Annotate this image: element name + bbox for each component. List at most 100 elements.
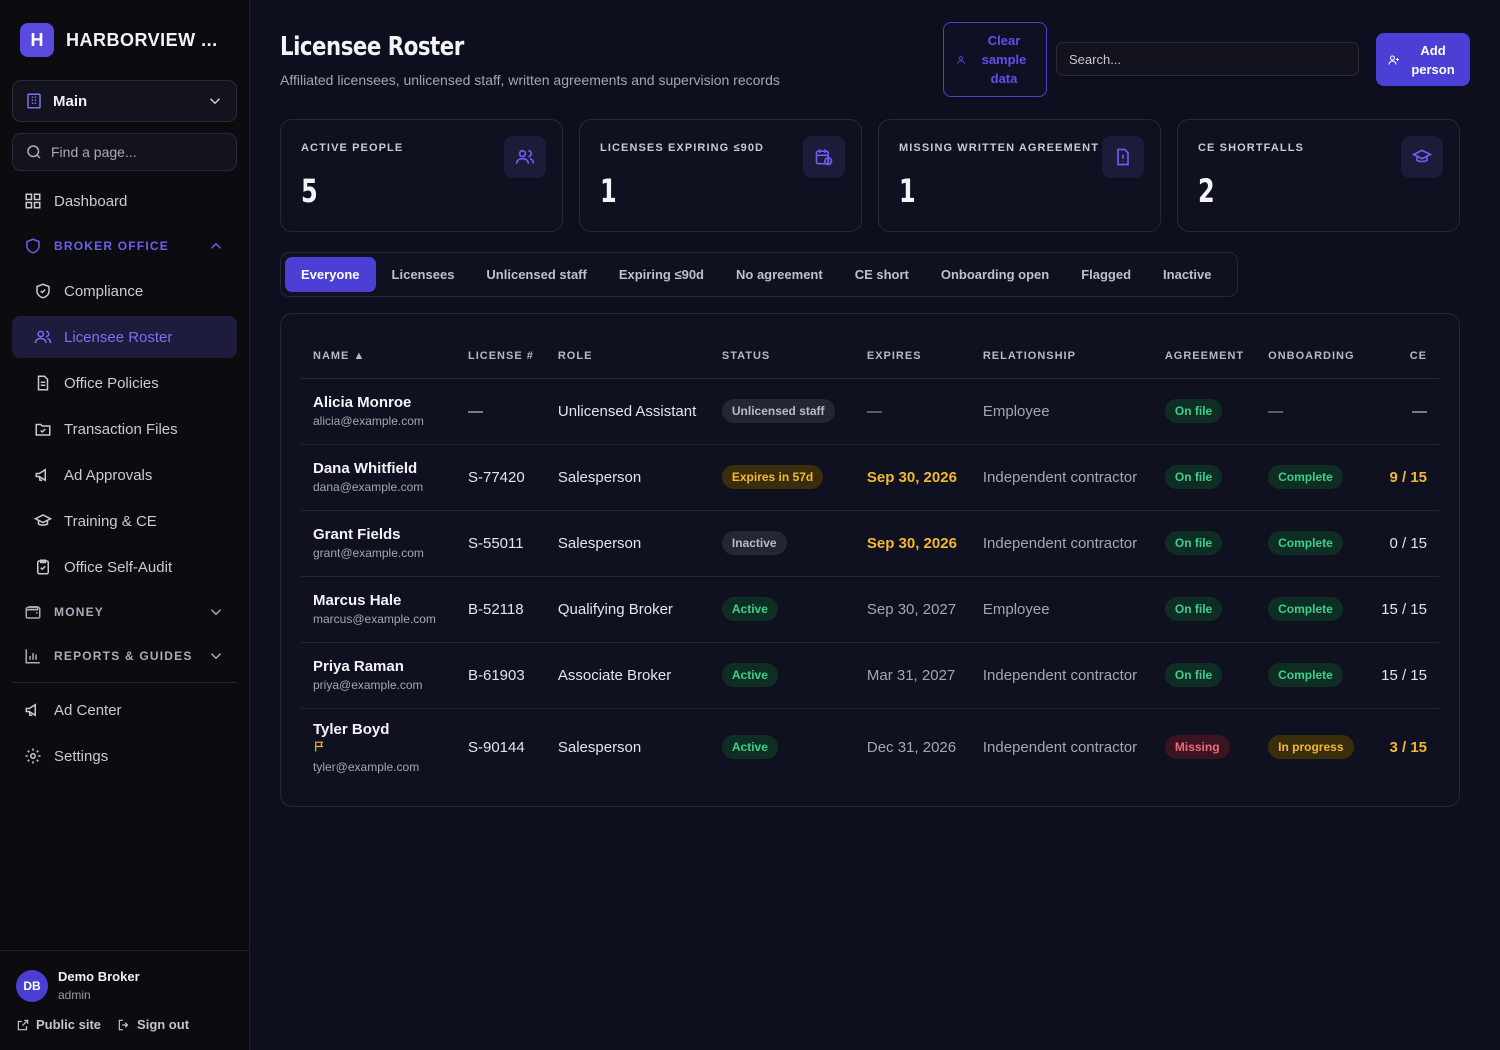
col-onboarding-header[interactable]: ONBOARDING — [1256, 334, 1367, 379]
user-plus-icon — [1388, 54, 1400, 66]
table-row[interactable]: Grant Fields grant@example.com S-55011 Sa… — [301, 510, 1439, 577]
stat-label: CE SHORTFALLS — [1198, 142, 1304, 154]
add-person-button[interactable]: Add person — [1376, 33, 1470, 86]
table-row[interactable]: Priya Raman priya@example.com B-61903 Ass… — [301, 642, 1439, 709]
workspace-select[interactable]: Main — [12, 80, 237, 122]
ce-cell: 15 / 15 — [1366, 642, 1439, 709]
col-name-header[interactable]: NAME ▲ — [301, 334, 456, 379]
col-relationship-header[interactable]: RELATIONSHIP — [970, 334, 1153, 379]
role-cell: Salesperson — [557, 738, 642, 756]
sidebar-item-settings[interactable]: Settings — [12, 735, 237, 777]
tab-expiring[interactable]: Expiring ≤90d — [603, 257, 720, 292]
shield-icon — [24, 237, 42, 255]
brand[interactable]: H HARBORVIEW ... — [20, 23, 218, 57]
search-input[interactable]: Search... — [1056, 42, 1359, 76]
sidebar-section-money[interactable]: MONEY — [12, 592, 237, 632]
sidebar-item-office-policies[interactable]: Office Policies — [12, 362, 237, 404]
megaphone-icon — [34, 466, 52, 484]
page-subtitle: Affiliated licensees, unlicensed staff, … — [280, 72, 780, 88]
search-icon — [25, 143, 43, 161]
sidebar-item-training-ce[interactable]: Training & CE — [12, 500, 237, 542]
clipboard-check-icon — [34, 558, 52, 576]
graduation-cap-icon — [1401, 136, 1443, 178]
sign-out-link[interactable]: Sign out — [117, 1017, 189, 1032]
relationship-cell: Employee — [970, 378, 1153, 445]
col-license-header[interactable]: LICENSE # — [456, 334, 546, 379]
person-name[interactable]: Tyler Boyd — [313, 721, 444, 738]
status-badge: Unlicensed staff — [721, 399, 835, 423]
agreement-badge: On file — [1164, 531, 1223, 555]
status-badge: Active — [721, 663, 778, 687]
license-number: S-77420 — [456, 444, 546, 511]
person-name[interactable]: Marcus Hale — [313, 592, 444, 609]
stat-label: ACTIVE PEOPLE — [301, 142, 404, 154]
public-site-link[interactable]: Public site — [16, 1017, 101, 1032]
sidebar-item-licensee-roster[interactable]: Licensee Roster — [12, 316, 237, 358]
col-role-header[interactable]: ROLE — [545, 334, 710, 379]
page-title: Licensee Roster — [280, 32, 464, 62]
tab-everyone[interactable]: Everyone — [285, 257, 376, 292]
stat-value: 1 — [899, 172, 916, 210]
tab-onboarding-open[interactable]: Onboarding open — [925, 257, 1065, 292]
col-status-header[interactable]: STATUS — [709, 334, 855, 379]
person-name[interactable]: Alicia Monroe — [313, 394, 444, 411]
tab-no-agreement[interactable]: No agreement — [720, 257, 839, 292]
onboarding-badge: Complete — [1268, 597, 1343, 621]
sign-out-label: Sign out — [137, 1017, 190, 1032]
sidebar-item-transaction-files[interactable]: Transaction Files — [12, 408, 237, 450]
stat-label: MISSING WRITTEN AGREEMENT — [899, 142, 1100, 154]
onboarding-badge: In progress — [1268, 735, 1354, 760]
sidebar-item-dashboard[interactable]: Dashboard — [12, 180, 237, 222]
col-agreement-header[interactable]: AGREEMENT — [1152, 334, 1257, 379]
clear-sample-data-button[interactable]: Clear sample data — [943, 22, 1047, 97]
tab-flagged[interactable]: Flagged — [1065, 257, 1147, 292]
sidebar-item-ad-approvals[interactable]: Ad Approvals — [12, 454, 237, 496]
filter-tabs: Everyone Licensees Unlicensed staff Expi… — [280, 252, 1238, 297]
sidebar-item-compliance[interactable]: Compliance — [12, 270, 237, 312]
clear-sample-data-label: Clear sample data — [981, 33, 1027, 86]
sidebar-item-label: Ad Approvals — [64, 466, 153, 484]
person-email: tyler@example.com — [313, 759, 420, 774]
table-row[interactable]: Marcus Hale marcus@example.com B-52118 Qu… — [301, 576, 1439, 643]
footer-links: Public site Sign out — [16, 1017, 189, 1032]
onboarding-badge: Complete — [1268, 663, 1343, 687]
chevron-down-icon — [207, 647, 225, 665]
table-row[interactable]: Dana Whitfield dana@example.com S-77420 S… — [301, 444, 1439, 511]
license-number: S-55011 — [456, 510, 546, 577]
document-icon — [34, 374, 52, 392]
stat-label: LICENSES EXPIRING ≤90D — [600, 142, 765, 154]
flag-icon — [313, 740, 444, 757]
sidebar-section-label: BROKER OFFICE — [54, 239, 169, 253]
expires-cell: — — [854, 378, 971, 445]
person-name[interactable]: Grant Fields — [313, 526, 444, 543]
sidebar-nav: Dashboard BROKER OFFICE Compliance Licen… — [12, 180, 237, 781]
table-row[interactable]: Tyler Boyd tyler@example.com S-90144 Sal… — [301, 708, 1439, 786]
tab-inactive[interactable]: Inactive — [1147, 257, 1227, 292]
relationship-cell: Independent contractor — [970, 444, 1153, 511]
brand-logo: H — [20, 23, 54, 57]
sidebar-item-office-self-audit[interactable]: Office Self-Audit — [12, 546, 237, 588]
table-row[interactable]: Alicia Monroe alicia@example.com — Unlice… — [301, 378, 1439, 445]
col-expires-header[interactable]: EXPIRES — [854, 334, 971, 379]
sidebar-item-label: Licensee Roster — [64, 328, 173, 346]
tab-unlicensed-staff[interactable]: Unlicensed staff — [470, 257, 602, 292]
stat-value: 1 — [600, 172, 617, 210]
person-email: priya@example.com — [313, 678, 423, 692]
sidebar-search-input[interactable]: Find a page... — [12, 133, 237, 171]
sidebar-item-ad-center[interactable]: Ad Center — [12, 689, 237, 731]
sidebar-section-reports-guides[interactable]: REPORTS & GUIDES — [12, 636, 237, 676]
sidebar-search-placeholder: Find a page... — [51, 144, 137, 160]
col-ce-header[interactable]: CE — [1366, 334, 1439, 379]
onboarding-badge: Complete — [1268, 465, 1343, 489]
ce-cell: — — [1366, 378, 1439, 445]
expires-cell: Mar 31, 2027 — [854, 642, 971, 709]
avatar[interactable]: DB — [16, 970, 48, 1002]
shield-check-icon — [34, 282, 52, 300]
person-name[interactable]: Dana Whitfield — [313, 460, 444, 477]
tab-ce-short[interactable]: CE short — [839, 257, 925, 292]
tab-licensees[interactable]: Licensees — [376, 257, 471, 292]
sign-out-icon — [117, 1018, 131, 1032]
sidebar-section-broker-office[interactable]: BROKER OFFICE — [12, 226, 237, 266]
role-cell: Salesperson — [545, 510, 710, 577]
person-name[interactable]: Priya Raman — [313, 658, 444, 675]
